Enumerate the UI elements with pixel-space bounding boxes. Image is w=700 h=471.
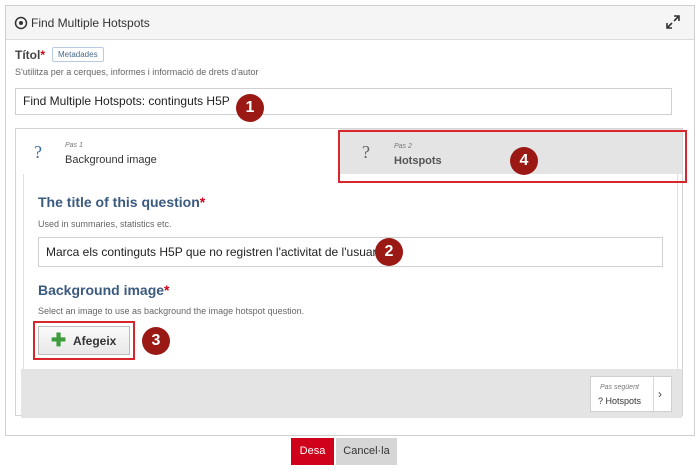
editor-title: Find Multiple Hotspots (31, 16, 150, 30)
title-input[interactable]: Find Multiple Hotspots: continguts H5P (15, 88, 672, 115)
next-step-button[interactable]: Pas següent ? Hotspots › (590, 376, 672, 412)
title-description: S'utilitza per a cerques, informes i inf… (15, 67, 259, 77)
callout-badge-2: 2 (375, 238, 403, 266)
divider (653, 377, 654, 411)
chevron-right-icon: › (658, 387, 662, 401)
save-button[interactable]: Desa (291, 438, 334, 465)
step-name: Background image (65, 154, 157, 166)
required-mark: * (199, 194, 206, 210)
required-mark: * (40, 48, 45, 62)
callout-badge-4: 4 (510, 147, 538, 175)
background-image-label: Background image* (38, 282, 170, 298)
metadata-button[interactable]: Metadades (52, 47, 104, 62)
required-mark: * (164, 282, 170, 298)
expand-icon[interactable] (666, 15, 680, 29)
hotspot-icon (14, 16, 28, 30)
next-step-name: ? Hotspots (598, 396, 642, 406)
question-title-input[interactable]: Marca els continguts H5P que no registre… (38, 237, 663, 267)
highlight-box-3 (33, 321, 135, 360)
next-step-label: Pas següent (600, 384, 639, 391)
question-title-label: The title of this question* (38, 194, 206, 210)
wizard-footer (21, 369, 682, 418)
question-icon: ? (34, 142, 42, 162)
editor-header: Find Multiple Hotspots (6, 6, 694, 40)
background-image-description: Select an image to use as background the… (38, 306, 305, 316)
title-label: Títol* (15, 48, 45, 62)
callout-badge-3: 3 (142, 327, 170, 355)
tab-background-image[interactable]: ? Pas 1 Background image (16, 129, 340, 174)
question-title-description: Used in summaries, statistics etc. (38, 219, 172, 229)
cancel-button[interactable]: Cancel·la (336, 438, 397, 465)
step-label: Pas 1 (65, 142, 83, 149)
callout-badge-1: 1 (236, 94, 264, 122)
